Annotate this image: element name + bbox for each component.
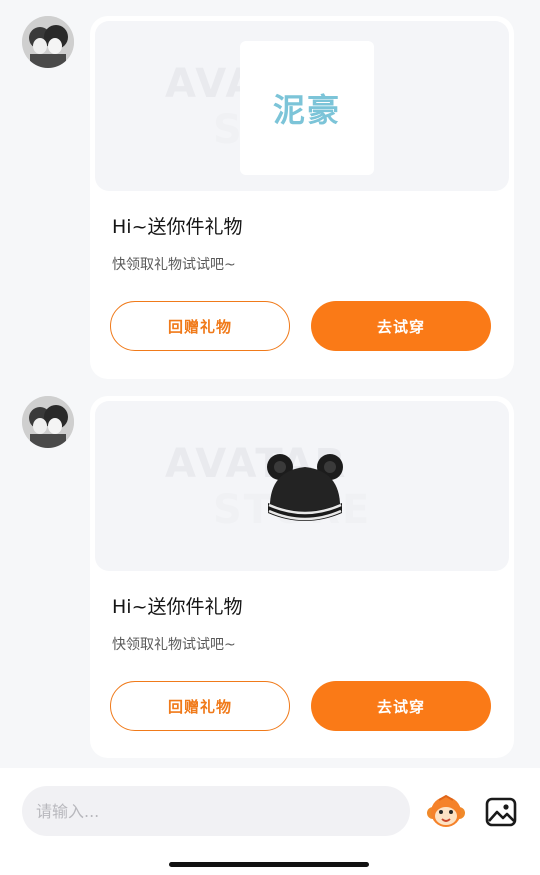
gift-banner: AVATAR STORE 泥豪 <box>95 21 509 191</box>
try-on-button[interactable]: 去试穿 <box>311 301 491 351</box>
sticker-monkey-icon[interactable] <box>426 792 466 832</box>
gift-card[interactable]: AVATAR STORE 泥豪 Hi~送你件礼物 快领取礼物试试吧~ 回赠礼物 … <box>90 16 514 379</box>
message-input[interactable] <box>22 786 410 836</box>
card-title: Hi~送你件礼物 <box>112 596 243 618</box>
reply-gift-button[interactable]: 回赠礼物 <box>110 681 290 731</box>
beanie-hat-icon <box>267 454 343 521</box>
chat-list: AVATAR STORE 泥豪 Hi~送你件礼物 快领取礼物试试吧~ 回赠礼物 … <box>0 0 540 768</box>
avatar[interactable] <box>22 16 74 68</box>
avatar[interactable] <box>22 396 74 448</box>
gift-image: 泥豪 <box>240 41 374 175</box>
home-indicator <box>169 862 369 867</box>
card-title: Hi~送你件礼物 <box>112 216 243 238</box>
gift-card[interactable]: AVATAR STORE Hi~送你件礼物 快领取礼物试试吧~ 回赠礼物 去试穿 <box>90 396 514 758</box>
card-subtitle: 快领取礼物试试吧~ <box>112 257 236 273</box>
image-icon[interactable] <box>481 792 521 832</box>
gift-logo-text: 泥豪 <box>272 91 341 129</box>
gift-banner: AVATAR STORE <box>95 401 509 571</box>
input-bar <box>0 768 540 875</box>
try-on-button[interactable]: 去试穿 <box>311 681 491 731</box>
card-subtitle: 快领取礼物试试吧~ <box>112 637 236 653</box>
reply-gift-button[interactable]: 回赠礼物 <box>110 301 290 351</box>
